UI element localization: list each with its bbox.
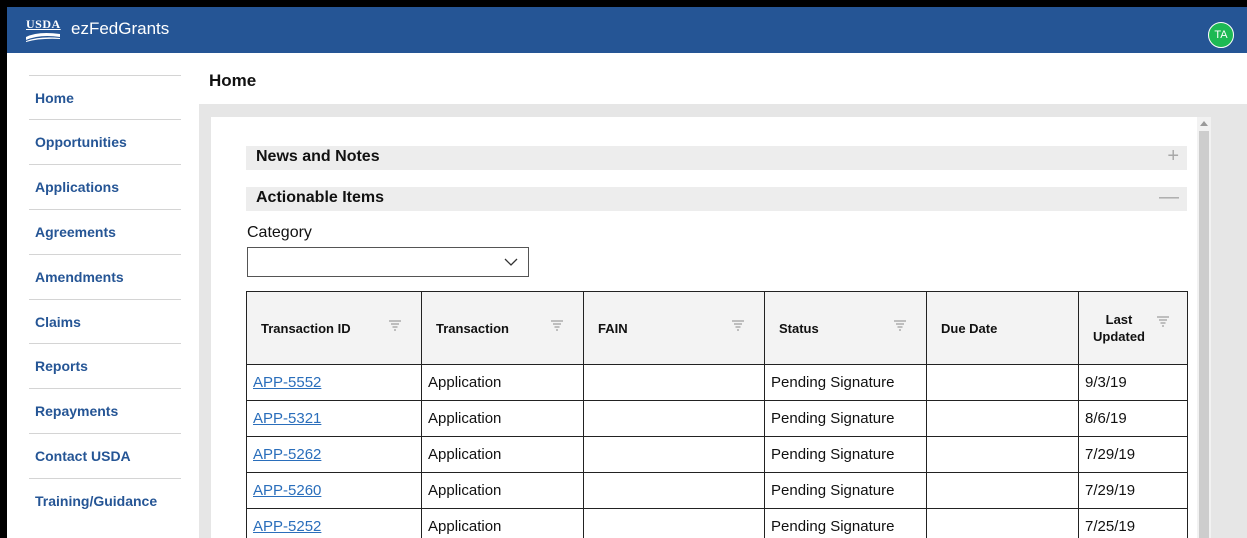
expand-plus-icon[interactable]: + [1167, 145, 1179, 168]
table-row: APP-5321 Application Pending Signature 8… [246, 400, 1188, 437]
filter-icon[interactable] [551, 320, 563, 332]
cell-status: Pending Signature [764, 436, 927, 473]
cell-due-date [926, 472, 1079, 509]
cell-last-updated: 7/29/19 [1078, 472, 1188, 509]
filter-icon[interactable] [1157, 316, 1169, 328]
column-header-transaction[interactable]: Transaction [421, 291, 584, 365]
sidebar-item-amendments[interactable]: Amendments [29, 254, 181, 299]
transaction-id-link[interactable]: APP-5262 [253, 446, 321, 463]
cell-status: Pending Signature [764, 364, 927, 401]
column-header-label: Due Date [941, 320, 998, 336]
cell-fain [583, 436, 765, 473]
cell-transaction: Application [421, 436, 584, 473]
column-header-label: Transaction ID [261, 320, 351, 336]
cell-last-updated: 9/3/19 [1078, 364, 1188, 401]
transaction-id-link[interactable]: APP-5252 [253, 518, 321, 535]
column-header-fain[interactable]: FAIN [583, 291, 765, 365]
sidebar-item-training-guidance[interactable]: Training/Guidance [29, 478, 181, 523]
transaction-id-link[interactable]: APP-5260 [253, 482, 321, 499]
sidebar-nav: Home Opportunities Applications Agreemen… [7, 53, 199, 538]
cell-transaction-id: APP-5552 [246, 364, 422, 401]
sidebar-item-reports[interactable]: Reports [29, 343, 181, 388]
transaction-id-link[interactable]: APP-5321 [253, 410, 321, 427]
column-header-label: Last Updated [1093, 311, 1145, 345]
cell-status: Pending Signature [764, 472, 927, 509]
transaction-id-link[interactable]: APP-5552 [253, 374, 321, 391]
sidebar-item-agreements[interactable]: Agreements [29, 209, 181, 254]
sidebar-item-claims[interactable]: Claims [29, 299, 181, 344]
cell-transaction-id: APP-5262 [246, 436, 422, 473]
user-avatar[interactable]: TA [1208, 22, 1234, 48]
column-header-due-date[interactable]: Due Date [926, 291, 1079, 365]
sidebar-item-opportunities[interactable]: Opportunities [29, 119, 181, 164]
column-header-label: Transaction [436, 320, 509, 336]
cell-last-updated: 7/25/19 [1078, 508, 1188, 538]
table-row: APP-5252 Application Pending Signature 7… [246, 508, 1188, 538]
vertical-scrollbar[interactable] [1197, 117, 1211, 538]
category-label: Category [247, 224, 312, 241]
cell-transaction-id: APP-5252 [246, 508, 422, 538]
actionable-items-section[interactable]: Actionable Items — [246, 186, 1187, 211]
column-header-label-line2: Updated [1093, 329, 1145, 344]
cell-fain [583, 364, 765, 401]
app-window: USDA ezFedGrants TA Home Opportunities A… [7, 7, 1247, 538]
cell-last-updated: 8/6/19 [1078, 400, 1188, 437]
page-title: Home [209, 71, 257, 90]
cell-due-date [926, 364, 1079, 401]
news-and-notes-title: News and Notes [256, 148, 380, 165]
usda-logo-swoosh-icon [26, 33, 60, 42]
page-header: Home [199, 53, 1247, 104]
actionable-items-table: Transaction ID Transaction FAIN Status D… [246, 291, 1188, 538]
table-row: APP-5262 Application Pending Signature 7… [246, 436, 1188, 473]
filter-icon[interactable] [732, 320, 744, 332]
usda-logo[interactable]: USDA [26, 17, 60, 43]
cell-transaction-id: APP-5260 [246, 472, 422, 509]
column-header-transaction-id[interactable]: Transaction ID [246, 291, 422, 365]
filter-icon[interactable] [894, 320, 906, 332]
table-row: APP-5260 Application Pending Signature 7… [246, 472, 1188, 509]
column-header-label: Status [779, 320, 819, 336]
sidebar-item-home[interactable]: Home [29, 75, 181, 120]
table-row: APP-5552 Application Pending Signature 9… [246, 364, 1188, 401]
cell-transaction: Application [421, 400, 584, 437]
cell-transaction: Application [421, 472, 584, 509]
app-title[interactable]: ezFedGrants [71, 19, 169, 39]
cell-status: Pending Signature [764, 400, 927, 437]
column-header-status[interactable]: Status [764, 291, 927, 365]
actionable-items-title: Actionable Items [256, 189, 385, 206]
column-header-label-line1: Last [1105, 312, 1133, 327]
top-bar: USDA ezFedGrants TA [7, 7, 1247, 53]
table-header-row: Transaction ID Transaction FAIN Status D… [246, 291, 1188, 365]
cell-transaction: Application [421, 364, 584, 401]
column-header-last-updated[interactable]: Last Updated [1078, 291, 1188, 365]
cell-transaction: Application [421, 508, 584, 538]
news-and-notes-section[interactable]: News and Notes + [246, 145, 1187, 170]
cell-due-date [926, 436, 1079, 473]
cell-fain [583, 472, 765, 509]
cell-due-date [926, 508, 1079, 538]
column-header-label: FAIN [598, 320, 628, 336]
sidebar-item-contact-usda[interactable]: Contact USDA [29, 433, 181, 478]
cell-fain [583, 508, 765, 538]
category-select[interactable] [247, 247, 529, 277]
cell-last-updated: 7/29/19 [1078, 436, 1188, 473]
scrollbar-thumb[interactable] [1199, 131, 1209, 538]
chevron-down-icon [504, 258, 518, 266]
cell-transaction-id: APP-5321 [246, 400, 422, 437]
sidebar-item-applications[interactable]: Applications [29, 164, 181, 209]
sidebar-item-repayments[interactable]: Repayments [29, 388, 181, 433]
collapse-minus-icon[interactable]: — [1159, 186, 1179, 209]
cell-fain [583, 400, 765, 437]
cell-status: Pending Signature [764, 508, 927, 538]
scroll-up-arrow-icon[interactable] [1200, 121, 1208, 126]
filter-icon[interactable] [389, 320, 401, 332]
cell-due-date [926, 400, 1079, 437]
